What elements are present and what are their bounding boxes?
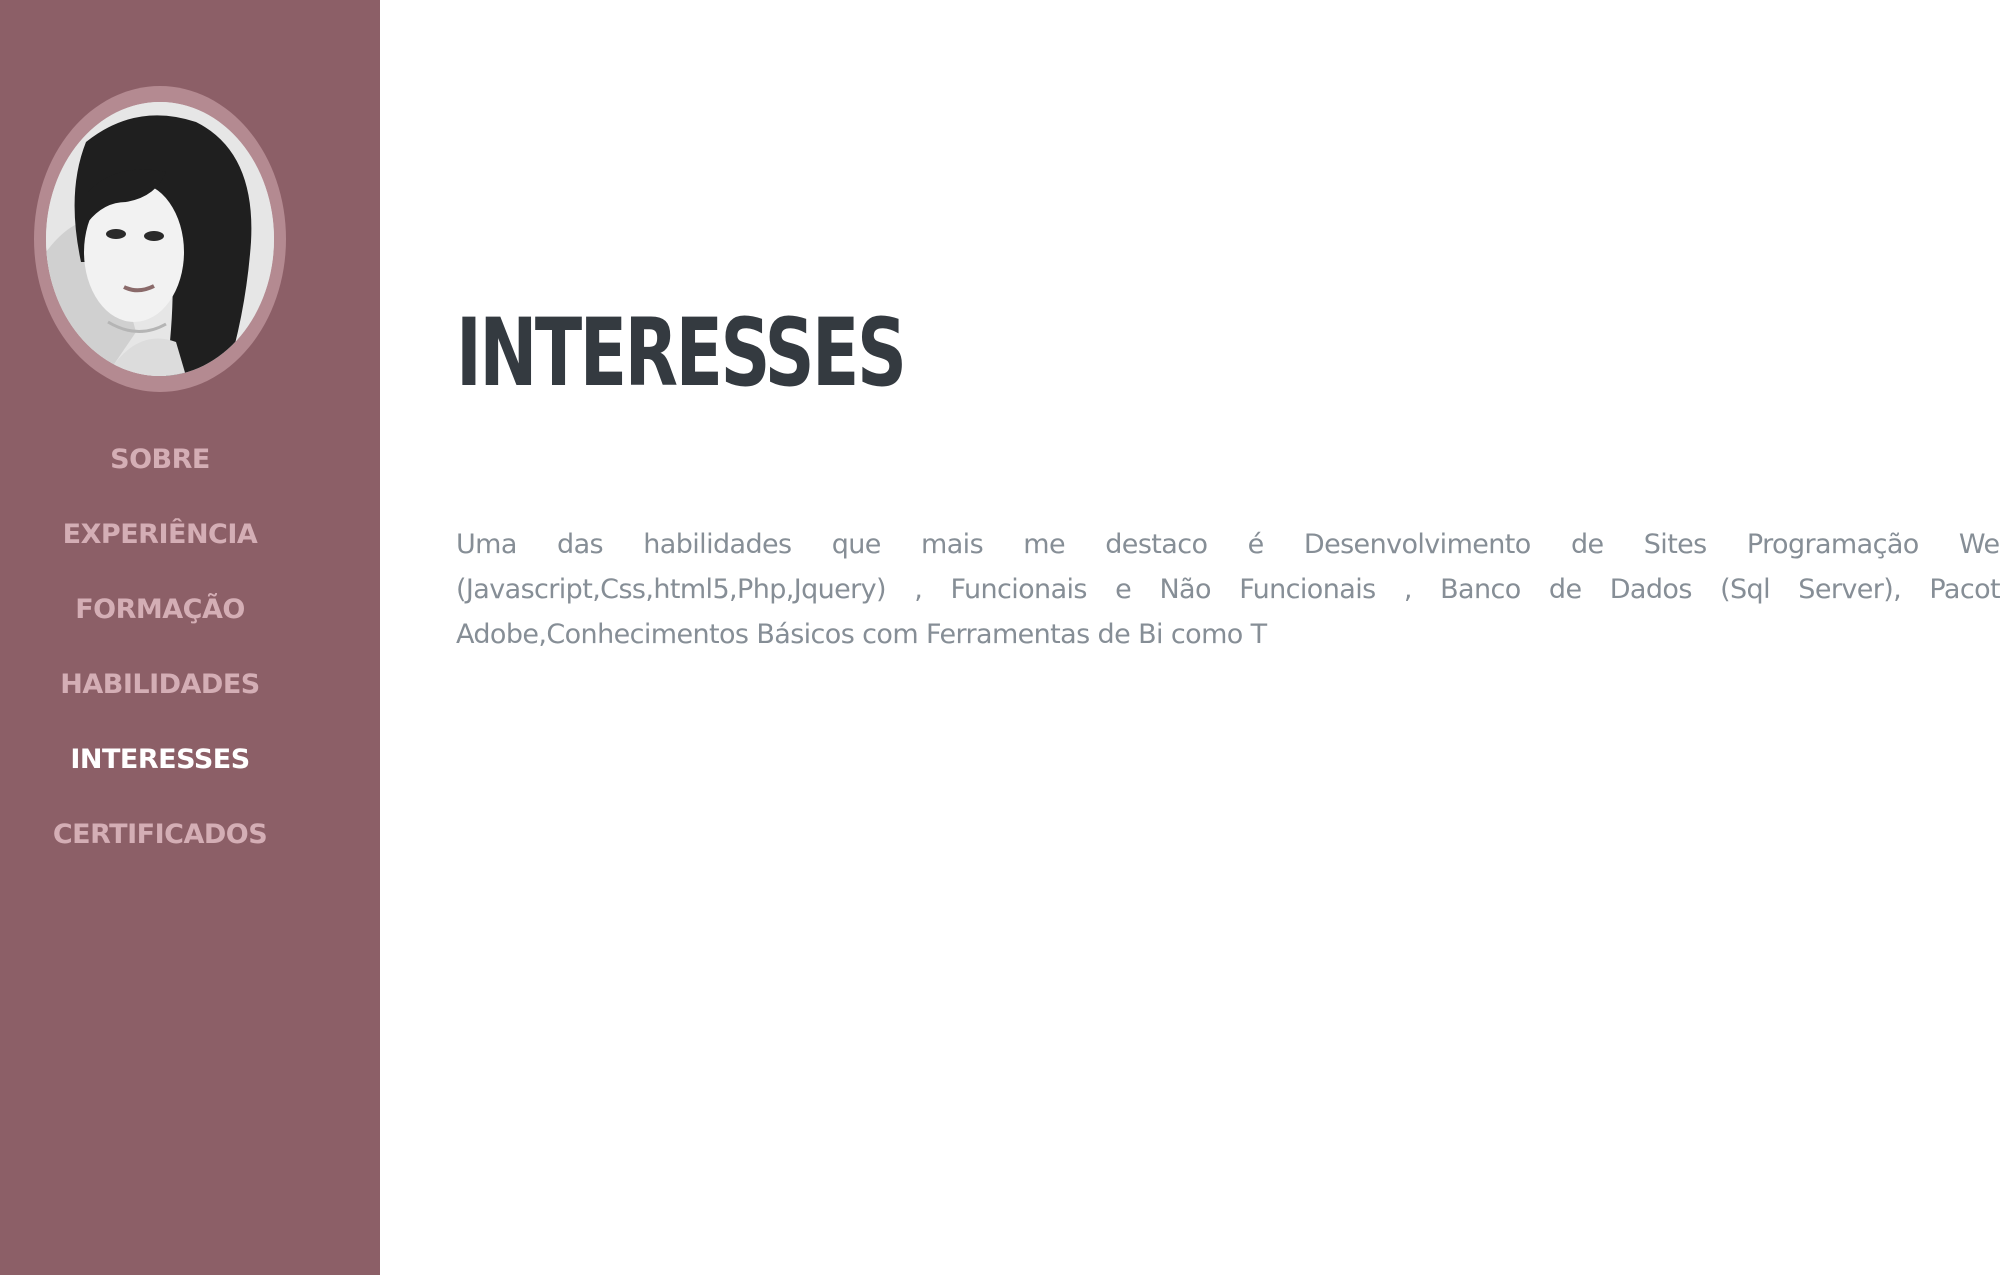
nav-item-sobre[interactable]: SOBRE [0, 440, 320, 515]
sidebar: SOBRE EXPERIÊNCIA FORMAÇÃO HABILIDADES I… [0, 0, 380, 1275]
nav-item-habilidades[interactable]: HABILIDADES [0, 665, 320, 740]
main-content: INTERESSES Uma das habilidades que mais … [380, 0, 2000, 1275]
avatar[interactable] [46, 102, 274, 376]
nav-item-interesses[interactable]: INTERESSES [0, 740, 320, 815]
nav-menu: SOBRE EXPERIÊNCIA FORMAÇÃO HABILIDADES I… [0, 440, 320, 890]
nav-item-experiencia[interactable]: EXPERIÊNCIA [0, 515, 320, 590]
nav-item-formacao[interactable]: FORMAÇÃO [0, 590, 320, 665]
section-text: Uma das habilidades que mais me destaco … [456, 529, 2000, 650]
page: SOBRE EXPERIÊNCIA FORMAÇÃO HABILIDADES I… [0, 0, 2000, 1275]
profile-photo [46, 102, 274, 376]
nav-item-certificados[interactable]: CERTIFICADOS [0, 815, 320, 890]
avatar-frame [34, 86, 286, 392]
section-title: INTERESSES [456, 299, 907, 408]
